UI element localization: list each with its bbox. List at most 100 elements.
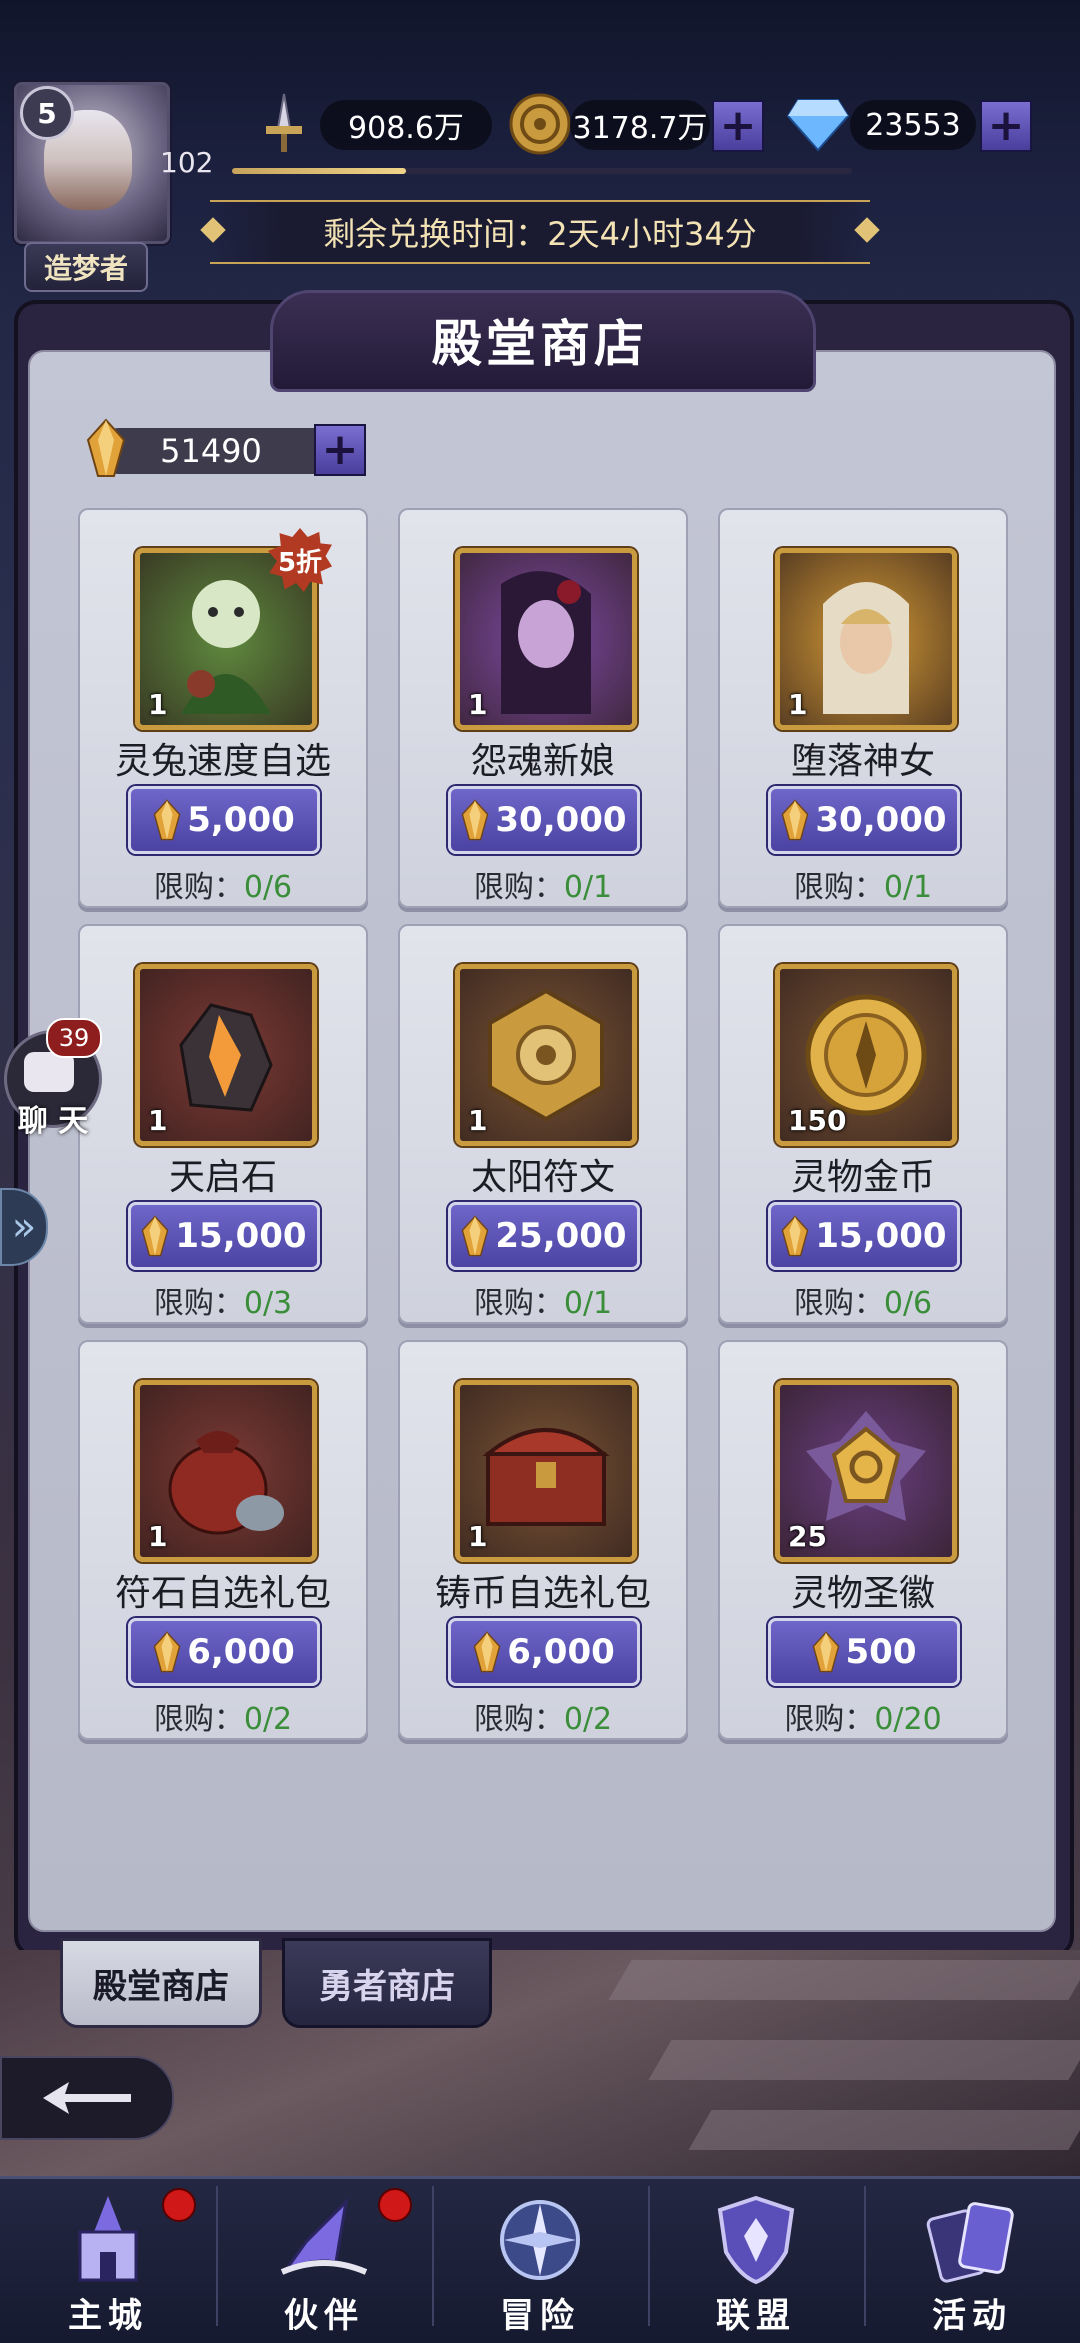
- item-name: 符石自选礼包: [114, 1573, 331, 1614]
- nav-item-alliance[interactable]: 联盟: [648, 2176, 864, 2340]
- shop-item-image[interactable]: 1: [775, 548, 957, 730]
- limit-value: 0/1: [883, 870, 933, 905]
- limit-value: 0/1: [563, 870, 613, 905]
- item-name: 灵物圣徽: [790, 1573, 935, 1614]
- purchase-limit: 限购：0/2: [400, 1694, 686, 1738]
- limit-value: 0/6: [883, 1286, 933, 1321]
- item-quantity: 1: [468, 1520, 488, 1553]
- player-xp: 102: [160, 146, 214, 179]
- nav-separator: [432, 2186, 434, 2326]
- shop-item-card[interactable]: 1 天启石 15,000 限购：0/3: [78, 924, 368, 1324]
- add-shop-currency-button[interactable]: +: [314, 424, 366, 476]
- limit-value: 0/2: [243, 1702, 293, 1737]
- nav-label: 活动: [932, 2296, 1012, 2336]
- shop-item-image[interactable]: 150: [775, 964, 957, 1146]
- add-gold-button[interactable]: +: [712, 100, 764, 152]
- buy-button[interactable]: 500: [768, 1618, 960, 1686]
- chat-label: 聊 天: [17, 1104, 89, 1139]
- price-currency-icon: [462, 799, 489, 841]
- shop-item-card[interactable]: 25 灵物圣徽 500 限购：0/20: [718, 1340, 1008, 1740]
- limit-label: 限购：: [793, 1286, 884, 1321]
- shield-icon: [706, 2190, 806, 2290]
- tab-hall-shop[interactable]: 殿堂商店: [60, 1938, 262, 2028]
- nav-item-adventure[interactable]: 冒险: [432, 2176, 648, 2340]
- power-icon: [252, 92, 316, 156]
- item-name: 灵兔速度自选: [114, 741, 331, 782]
- shop-item-card[interactable]: 1 堕落神女 30,000 限购：0/1: [718, 508, 1008, 908]
- price-value: 500: [845, 1632, 917, 1672]
- gold-value: 3178.7万: [570, 100, 710, 150]
- item-name: 天启石: [168, 1157, 277, 1198]
- purchase-limit: 限购：0/3: [80, 1278, 366, 1322]
- item-name: 堕落神女: [790, 741, 935, 782]
- limit-value: 0/3: [243, 1286, 293, 1321]
- player-title[interactable]: 造梦者: [24, 242, 148, 292]
- limit-label: 限购：: [473, 870, 564, 905]
- buy-button[interactable]: 5,000: [128, 786, 320, 854]
- back-button[interactable]: [0, 2056, 174, 2140]
- add-diamond-button[interactable]: +: [980, 100, 1032, 152]
- nav-item-events[interactable]: 活动: [864, 2176, 1080, 2340]
- shop-item-image[interactable]: 1: [455, 964, 637, 1146]
- price-value: 6,000: [507, 1632, 615, 1672]
- item-quantity: 1: [468, 1104, 488, 1137]
- price-value: 30,000: [495, 800, 627, 840]
- price-value: 5,000: [187, 800, 295, 840]
- shop-item-card[interactable]: 1 5折 灵兔速度自选 5,000 限购：0/6: [78, 508, 368, 908]
- price-currency-icon: [153, 1631, 181, 1673]
- shop-title: 殿堂商店: [432, 314, 648, 373]
- item-quantity: 25: [788, 1520, 827, 1553]
- shop-item-image[interactable]: 1: [135, 1380, 317, 1562]
- xp-bar-fill: [232, 168, 406, 174]
- buy-button[interactable]: 15,000: [768, 1202, 960, 1270]
- nav-label: 冒险: [500, 2296, 580, 2336]
- shop-item-image[interactable]: 1: [455, 1380, 637, 1562]
- purchase-limit: 限购：0/2: [80, 1694, 366, 1738]
- limit-label: 限购：: [153, 870, 244, 905]
- purchase-limit: 限购：0/6: [720, 1278, 1006, 1322]
- tab-hero-shop[interactable]: 勇者商店: [282, 1938, 492, 2028]
- buy-button[interactable]: 25,000: [448, 1202, 640, 1270]
- shop-item-card[interactable]: 1 怨魂新娘 30,000 限购：0/1: [398, 508, 688, 908]
- buy-button[interactable]: 6,000: [448, 1618, 640, 1686]
- price-currency-icon: [782, 799, 809, 841]
- shop-item-image[interactable]: 25: [775, 1380, 957, 1562]
- item-quantity: 150: [788, 1104, 847, 1137]
- shop-item-image[interactable]: 1: [135, 964, 317, 1146]
- exchange-timer: 剩余兑换时间：2天4小时34分: [210, 200, 870, 264]
- price-currency-icon: [473, 1631, 501, 1673]
- shop-item-image[interactable]: 1: [455, 548, 637, 730]
- buy-button[interactable]: 30,000: [768, 786, 960, 854]
- item-name: 铸币自选礼包: [434, 1573, 651, 1614]
- item-quantity: 1: [788, 688, 808, 721]
- shop-item-card[interactable]: 1 符石自选礼包 6,000 限购：0/2: [78, 1340, 368, 1740]
- wizard-hat-icon: [274, 2190, 374, 2290]
- buy-button[interactable]: 30,000: [448, 786, 640, 854]
- nav-label: 联盟: [716, 2296, 796, 2336]
- price-currency-icon: [812, 1631, 839, 1673]
- purchase-limit: 限购：0/6: [80, 862, 366, 906]
- item-name: 灵物金币: [790, 1157, 935, 1198]
- castle-icon: [58, 2190, 158, 2290]
- nav-item-partners[interactable]: 伙伴: [216, 2176, 432, 2340]
- limit-value: 0/6: [243, 870, 293, 905]
- shop-currency-icon: [86, 418, 126, 478]
- floor-plank: [688, 2110, 1080, 2150]
- back-arrow-icon: [43, 2082, 131, 2114]
- nav-separator: [864, 2186, 866, 2326]
- buy-button[interactable]: 15,000: [128, 1202, 320, 1270]
- item-quantity: 1: [148, 1520, 168, 1553]
- nav-item-main-city[interactable]: 主城: [0, 2176, 216, 2340]
- diamond-icon: [786, 92, 850, 156]
- player-level-badge: 5: [20, 86, 74, 140]
- limit-label: 限购：: [784, 1702, 875, 1737]
- limit-label: 限购：: [473, 1702, 564, 1737]
- shop-item-card[interactable]: 1 太阳符文 25,000 限购：0/1: [398, 924, 688, 1324]
- shop-item-card[interactable]: 1 铸币自选礼包 6,000 限购：0/2: [398, 1340, 688, 1740]
- buy-button[interactable]: 6,000: [128, 1618, 320, 1686]
- limit-value: 0/1: [563, 1286, 613, 1321]
- item-quantity: 1: [148, 688, 168, 721]
- nav-separator: [648, 2186, 650, 2326]
- shop-item-card[interactable]: 150 灵物金币 15,000 限购：0/6: [718, 924, 1008, 1324]
- chat-unread-count: 39: [46, 1018, 102, 1058]
